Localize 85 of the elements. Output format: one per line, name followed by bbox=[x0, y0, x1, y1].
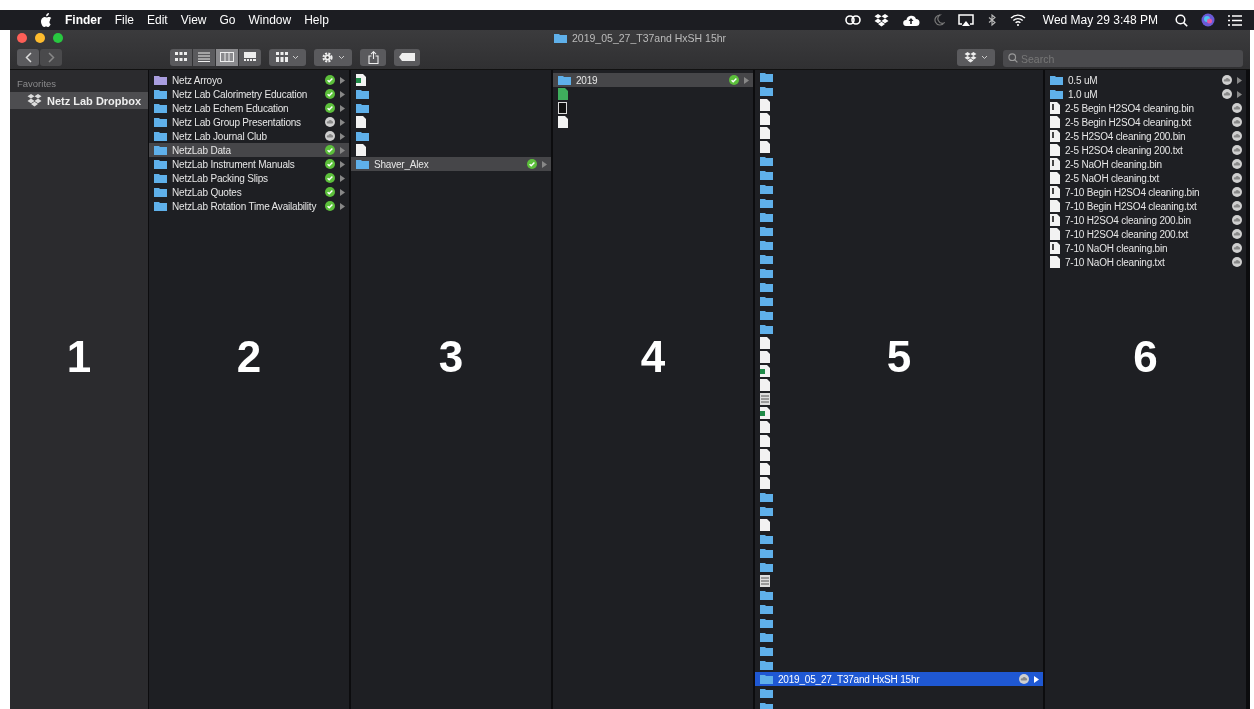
file-row[interactable]: 2019_05_27_T37and HxSH 15hr bbox=[755, 672, 1043, 686]
view-mode-button[interactable] bbox=[239, 48, 261, 66]
share-icon bbox=[367, 50, 379, 64]
file-row[interactable]: 7-10 Begin H2SO4 cleaning.bin bbox=[1045, 185, 1246, 199]
menu-item[interactable]: Window bbox=[248, 13, 292, 27]
file-row[interactable]: NetzLab Quotes bbox=[149, 185, 349, 199]
wifi-icon[interactable] bbox=[1009, 14, 1026, 26]
creative-cloud-icon[interactable] bbox=[844, 14, 861, 26]
menu-item[interactable]: File bbox=[114, 13, 134, 27]
dropbox-icon[interactable] bbox=[873, 13, 889, 27]
dropbox-icon bbox=[964, 51, 977, 63]
siri-icon[interactable] bbox=[1201, 13, 1215, 27]
cloud-upload-icon[interactable] bbox=[901, 14, 920, 26]
overlay-number: 3 bbox=[438, 332, 464, 382]
file-row[interactable]: 7-10 H2SO4 cleaning 200.txt bbox=[1045, 227, 1246, 241]
file-row[interactable]: Netz Arroyo bbox=[149, 73, 349, 87]
minimize-button[interactable] bbox=[35, 33, 45, 43]
overlay-number: 6 bbox=[1133, 332, 1158, 382]
file-row[interactable]: Netz Lab Calorimetry Education bbox=[149, 87, 349, 101]
overlay-number: 2 bbox=[236, 332, 262, 382]
file-row[interactable]: 2-5 NaOH cleaning.bin bbox=[1045, 157, 1246, 171]
file-row[interactable]: 7-10 H2SO4 cleaning 200.bin bbox=[1045, 213, 1246, 227]
notification-list-icon[interactable] bbox=[1228, 14, 1242, 26]
file-row[interactable]: 2019 bbox=[553, 73, 753, 87]
dropbox-icon bbox=[27, 94, 42, 107]
folder-icon bbox=[554, 33, 567, 43]
sidebar-item[interactable]: Netz Lab Dropbox bbox=[10, 92, 148, 109]
menu-item[interactable]: Help bbox=[304, 13, 329, 27]
menu-item[interactable]: View bbox=[180, 13, 207, 27]
file-row[interactable]: 7-10 NaOH cleaning.txt bbox=[1045, 255, 1246, 269]
airplay-icon[interactable] bbox=[957, 13, 974, 27]
file-row[interactable]: 2-5 H2SO4 cleaning 200.txt bbox=[1045, 143, 1246, 157]
file-row[interactable]: 2-5 Begin H2SO4 cleaning.txt bbox=[1045, 115, 1246, 129]
gear-icon bbox=[321, 50, 334, 64]
tag-button[interactable] bbox=[394, 48, 420, 66]
file-row[interactable]: 2-5 NaOH cleaning.txt bbox=[1045, 171, 1246, 185]
settings-button[interactable] bbox=[314, 48, 352, 66]
file-row[interactable]: NetzLab Instrument Manuals bbox=[149, 157, 349, 171]
gallery-icon bbox=[244, 52, 256, 62]
file-row[interactable]: NetzLab Data bbox=[149, 143, 349, 157]
caret-icon bbox=[292, 54, 299, 60]
file-row[interactable]: Shaver_Alex bbox=[351, 157, 551, 171]
apple-icon[interactable] bbox=[40, 13, 52, 27]
file-row[interactable]: 7-10 NaOH cleaning.bin bbox=[1045, 241, 1246, 255]
grid-icon bbox=[276, 52, 288, 62]
moon-icon[interactable] bbox=[932, 14, 945, 26]
file-row[interactable]: Netz Lab Group Presentations bbox=[149, 115, 349, 129]
zoom-button[interactable] bbox=[53, 33, 63, 43]
overlay-number: 1 bbox=[66, 332, 92, 382]
view-mode-button[interactable] bbox=[216, 48, 238, 66]
search-icon[interactable] bbox=[1175, 13, 1188, 27]
view-mode-button[interactable] bbox=[193, 48, 215, 66]
share-button[interactable] bbox=[360, 48, 386, 66]
list-icon bbox=[198, 52, 210, 62]
bluetooth-icon[interactable] bbox=[986, 13, 997, 27]
overlay-number: 4 bbox=[640, 332, 666, 382]
file-row[interactable]: NetzLab Packing Slips bbox=[149, 171, 349, 185]
file-row[interactable]: 7-10 Begin H2SO4 cleaning.txt bbox=[1045, 199, 1246, 213]
view-mode-button[interactable] bbox=[170, 48, 192, 66]
dropbox-button[interactable] bbox=[957, 48, 995, 66]
window-title: 2019_05_27_T37and HxSH 15hr bbox=[572, 32, 727, 44]
menu-item[interactable]: Go bbox=[219, 13, 236, 27]
sidebar-heading: Favorites bbox=[16, 78, 58, 91]
app-menu[interactable]: Finder bbox=[65, 13, 102, 27]
file-row[interactable]: NetzLab Rotation Time Availability bbox=[149, 199, 349, 213]
menu-bar-clock[interactable]: Wed May 29 3:48 PM bbox=[1042, 13, 1158, 27]
overlay-number: 5 bbox=[886, 332, 912, 382]
file-row[interactable]: Netz Lab Journal Club bbox=[149, 129, 349, 143]
group-button[interactable] bbox=[269, 48, 306, 66]
tag-icon bbox=[399, 53, 415, 61]
file-row[interactable]: 0.5 uM bbox=[1045, 73, 1246, 87]
chevron-left-icon bbox=[24, 51, 32, 63]
caret-icon bbox=[981, 54, 988, 60]
forward-button[interactable] bbox=[40, 48, 62, 66]
columns-icon bbox=[220, 52, 234, 62]
menu-item[interactable]: Edit bbox=[147, 13, 168, 27]
close-button[interactable] bbox=[17, 33, 27, 43]
file-row[interactable]: 2-5 H2SO4 cleaning 200.bin bbox=[1045, 129, 1246, 143]
back-button[interactable] bbox=[17, 48, 39, 66]
file-row[interactable]: 1.0 uM bbox=[1045, 87, 1246, 101]
grid-icon bbox=[175, 52, 187, 62]
file-row[interactable]: 2-5 Begin H2SO4 cleaning.bin bbox=[1045, 101, 1246, 115]
chevron-right-icon bbox=[47, 51, 55, 63]
file-row[interactable]: Netz Lab Echem Education bbox=[149, 101, 349, 115]
caret-icon bbox=[338, 54, 345, 60]
